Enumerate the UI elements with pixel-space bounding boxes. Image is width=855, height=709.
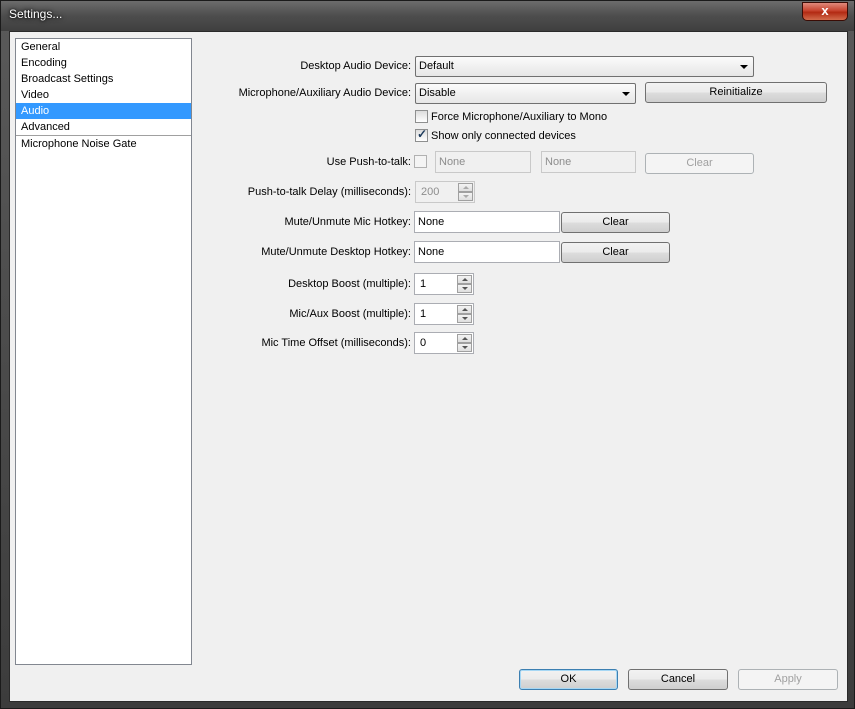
mic-time-offset-value: 0 <box>420 337 427 349</box>
settings-category-list: General Encoding Broadcast Settings Vide… <box>15 38 192 665</box>
desktop-boost-value: 1 <box>420 278 427 290</box>
settings-client-area: General Encoding Broadcast Settings Vide… <box>9 31 848 702</box>
show-connected-label: Show only connected devices <box>431 130 576 142</box>
push-to-talk-checkbox[interactable] <box>414 155 427 168</box>
spin-down-icon[interactable] <box>457 343 472 352</box>
mic-audio-device-label: Microphone/Auxiliary Audio Device: <box>238 87 411 99</box>
desktop-audio-device-value: Default <box>419 60 454 72</box>
ptt-hotkey-secondary[interactable]: None <box>541 151 636 173</box>
spin-up-icon[interactable] <box>457 275 472 284</box>
mute-mic-hotkey-label: Mute/Unmute Mic Hotkey: <box>284 216 411 228</box>
force-mono-label: Force Microphone/Auxiliary to Mono <box>431 111 608 123</box>
mic-boost-spinbox[interactable]: 1 <box>414 303 474 325</box>
spin-down-icon[interactable] <box>458 192 473 201</box>
mute-mic-hotkey-input[interactable]: None <box>414 211 560 233</box>
ptt-clear-button[interactable]: Clear <box>645 153 754 174</box>
push-to-talk-label: Use Push-to-talk: <box>326 156 411 168</box>
chevron-down-icon <box>622 92 630 96</box>
chevron-down-icon <box>740 65 748 69</box>
ok-button[interactable]: OK <box>519 669 618 690</box>
window-title: Settings... <box>9 7 63 21</box>
mic-time-offset-spinbox[interactable]: 0 <box>414 332 474 354</box>
desktop-boost-label: Desktop Boost (multiple): <box>288 278 411 290</box>
category-video[interactable]: Video <box>16 87 191 103</box>
spin-down-icon[interactable] <box>457 314 472 323</box>
show-connected-checkbox[interactable] <box>415 127 428 142</box>
ptt-delay-label: Push-to-talk Delay (milliseconds): <box>247 186 411 198</box>
spin-up-icon[interactable] <box>457 334 472 343</box>
category-general[interactable]: General <box>16 39 191 55</box>
mic-boost-value: 1 <box>420 308 427 320</box>
cancel-button[interactable]: Cancel <box>628 669 728 690</box>
spin-up-icon[interactable] <box>457 305 472 314</box>
spin-up-icon[interactable] <box>458 183 473 192</box>
close-button[interactable]: x <box>802 2 848 21</box>
category-microphone-noise-gate[interactable]: Microphone Noise Gate <box>16 136 191 152</box>
spin-down-icon[interactable] <box>457 284 472 293</box>
mic-time-offset-label: Mic Time Offset (milliseconds): <box>261 337 411 349</box>
title-bar[interactable]: Settings... x <box>1 1 854 31</box>
category-broadcast-settings[interactable]: Broadcast Settings <box>16 71 191 87</box>
apply-button[interactable]: Apply <box>738 669 838 690</box>
desktop-audio-device-dropdown[interactable]: Default <box>415 56 754 77</box>
ptt-delay-spinbox[interactable]: 200 <box>415 181 475 203</box>
category-encoding[interactable]: Encoding <box>16 55 191 71</box>
close-icon: x <box>821 3 829 18</box>
mic-audio-device-dropdown[interactable]: Disable <box>415 83 636 104</box>
mute-desktop-hotkey-input[interactable]: None <box>414 241 560 263</box>
ptt-delay-value: 200 <box>421 186 440 198</box>
mic-boost-label: Mic/Aux Boost (multiple): <box>289 308 411 320</box>
desktop-boost-spinbox[interactable]: 1 <box>414 273 474 295</box>
force-mono-checkbox[interactable] <box>415 110 428 123</box>
mic-audio-device-value: Disable <box>419 87 456 99</box>
ptt-hotkey-primary[interactable]: None <box>435 151 531 173</box>
mute-desktop-clear-button[interactable]: Clear <box>561 242 670 263</box>
mute-desktop-hotkey-label: Mute/Unmute Desktop Hotkey: <box>261 246 411 258</box>
desktop-audio-device-label: Desktop Audio Device: <box>300 60 411 72</box>
reinitialize-button[interactable]: Reinitialize <box>645 82 827 103</box>
category-advanced[interactable]: Advanced <box>16 119 191 135</box>
category-audio[interactable]: Audio <box>16 103 191 119</box>
mute-mic-clear-button[interactable]: Clear <box>561 212 670 233</box>
settings-window: Settings... x General Encoding Broadcast… <box>0 0 855 709</box>
